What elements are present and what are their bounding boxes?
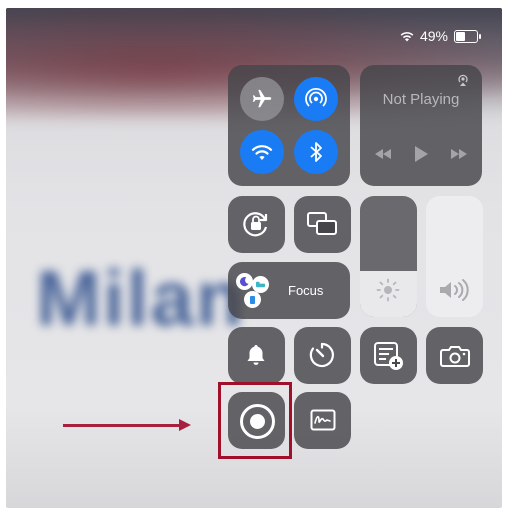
status-bar: 49%	[400, 28, 481, 44]
signature-icon	[310, 409, 336, 431]
moon-icon	[236, 273, 253, 290]
screen-mirroring-icon	[307, 212, 337, 235]
timer-icon	[309, 342, 334, 368]
brightness-icon	[376, 278, 400, 302]
orientation-lock-button[interactable]	[228, 196, 285, 253]
wifi-button[interactable]	[240, 130, 284, 174]
airplane-mode-button[interactable]	[240, 77, 284, 121]
airplane-icon	[252, 89, 272, 108]
signature-button[interactable]	[294, 392, 351, 449]
fast-forward-icon[interactable]	[450, 148, 468, 160]
wifi-icon	[400, 31, 414, 41]
focus-label: Focus	[288, 283, 324, 298]
bluetooth-icon	[310, 142, 322, 162]
quick-note-icon	[374, 342, 403, 370]
focus-icons	[236, 273, 274, 309]
quick-note-button[interactable]	[360, 327, 417, 384]
annotation-highlight-box	[218, 382, 292, 459]
blurred-background-text: Milan	[36, 254, 246, 342]
camera-button[interactable]	[426, 327, 483, 384]
annotation-arrow-head	[179, 419, 191, 431]
person-icon	[244, 291, 261, 308]
silent-mode-button[interactable]	[228, 327, 285, 384]
volume-slider[interactable]	[426, 196, 483, 317]
rewind-icon[interactable]	[374, 148, 392, 160]
orientation-lock-icon	[243, 212, 268, 237]
battery-icon	[454, 29, 481, 43]
battery-percentage: 49%	[419, 28, 448, 44]
now-playing-title: Not Playing	[382, 91, 460, 108]
play-icon[interactable]	[413, 145, 429, 163]
timer-button[interactable]	[294, 327, 351, 384]
brightness-slider[interactable]	[360, 196, 417, 317]
airdrop-button[interactable]	[294, 77, 338, 121]
bluetooth-button[interactable]	[294, 130, 338, 174]
focus-tile[interactable]: Focus	[228, 262, 350, 319]
screen-mirroring-button[interactable]	[294, 196, 351, 253]
airplay-icon[interactable]	[456, 73, 470, 87]
annotation-arrow	[63, 424, 181, 427]
airdrop-icon	[305, 87, 327, 107]
now-playing-tile[interactable]: Not Playing	[360, 65, 482, 186]
wifi-toggle-icon	[251, 145, 273, 160]
connectivity-tile	[228, 65, 350, 186]
media-controls	[374, 145, 468, 163]
camera-icon	[440, 346, 470, 367]
bell-icon	[247, 345, 265, 365]
volume-icon	[440, 279, 469, 301]
